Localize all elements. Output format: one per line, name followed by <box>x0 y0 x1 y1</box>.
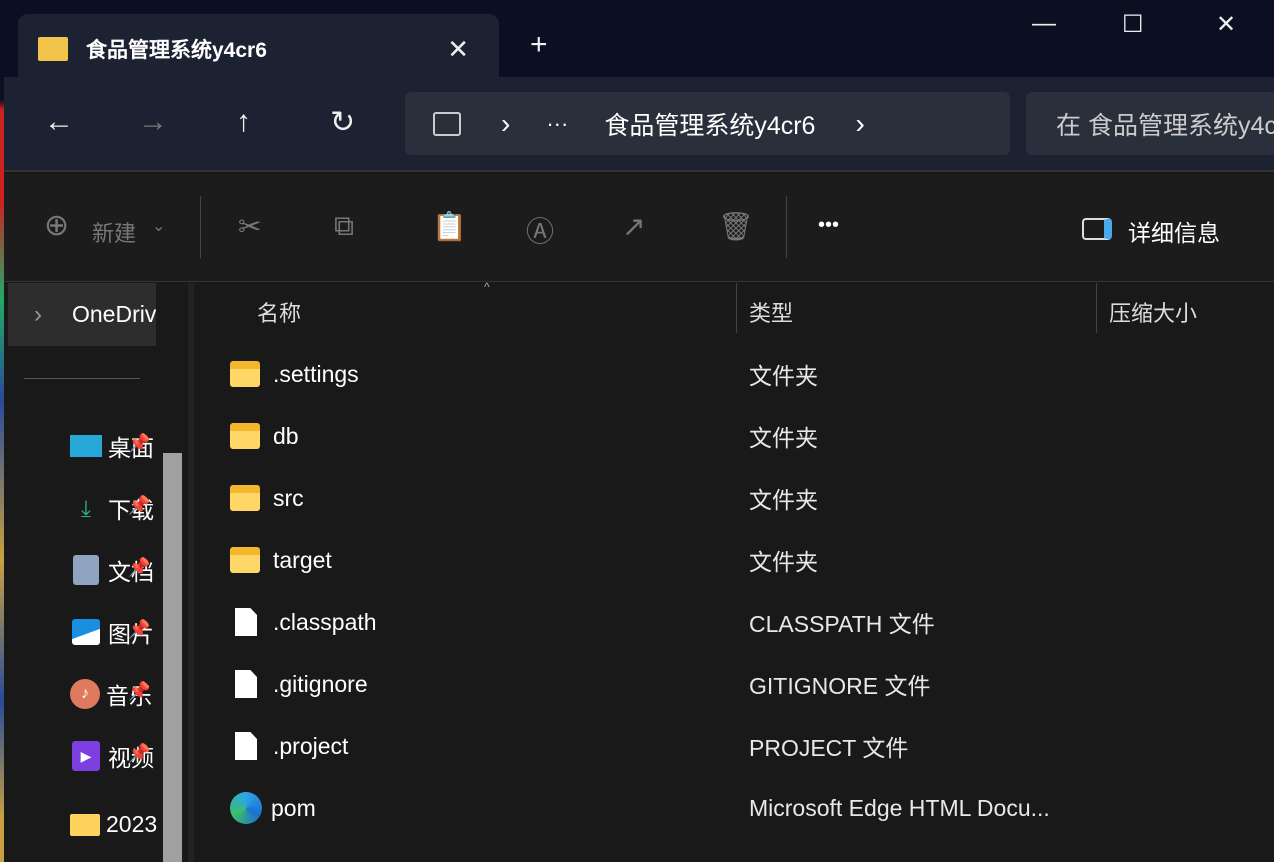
navigation-bar: ← → ↑ ↻ › ··· 食品管理系统y4cr6 › 在 食品管理系统y4cr… <box>4 77 1274 172</box>
close-window-button[interactable]: ✕ <box>1216 10 1236 39</box>
expand-chevron-icon[interactable]: › <box>34 301 42 329</box>
breadcrumb-current[interactable]: 食品管理系统y4cr6 <box>604 106 815 142</box>
sidebar-item-label: OneDrive <box>72 301 156 327</box>
sidebar-item-onedrive[interactable]: › OneDrive <box>8 283 156 346</box>
column-header-name[interactable]: 名称 <box>257 296 301 328</box>
file-row[interactable]: target 文件夹 <box>230 530 1270 590</box>
file-name: db <box>273 422 299 449</box>
file-icon <box>235 608 257 636</box>
file-name: .project <box>273 732 349 759</box>
file-name: pom <box>271 794 316 821</box>
download-icon: ⤓ <box>80 494 92 521</box>
folder-icon <box>70 813 100 836</box>
sort-ascending-icon: ^ <box>484 280 490 294</box>
chevron-down-icon[interactable]: ⌄ <box>152 216 165 236</box>
documents-icon <box>73 555 99 585</box>
file-icon <box>235 670 257 698</box>
videos-icon: ▶ <box>72 741 100 771</box>
computer-icon <box>433 111 461 136</box>
breadcrumb-overflow[interactable]: ··· <box>546 111 568 137</box>
music-icon: ♪ <box>70 679 100 709</box>
column-header-type[interactable]: 类型 <box>749 296 793 328</box>
file-name: .settings <box>273 360 359 387</box>
pin-icon: 📌 <box>128 495 151 515</box>
pin-icon: 📌 <box>128 743 151 763</box>
pane-splitter[interactable] <box>188 283 194 862</box>
pin-icon: 📌 <box>128 557 151 577</box>
file-row[interactable]: .settings 文件夹 <box>230 344 1270 404</box>
column-divider[interactable] <box>1096 283 1097 333</box>
folder-icon <box>230 361 260 387</box>
file-name: target <box>273 546 332 573</box>
tab-active[interactable]: 食品管理系统y4cr6 ✕ <box>18 14 499 84</box>
paste-icon[interactable]: 📋 <box>432 210 467 243</box>
edge-icon <box>230 792 262 824</box>
details-pane-icon[interactable] <box>1082 218 1112 240</box>
maximize-button[interactable]: ☐ <box>1122 10 1144 39</box>
file-row[interactable]: db 文件夹 <box>230 406 1270 466</box>
divider <box>200 196 201 258</box>
file-type: PROJECT 文件 <box>749 735 909 761</box>
details-button[interactable]: 详细信息 <box>1128 214 1220 248</box>
new-tab-button[interactable]: + <box>530 28 548 62</box>
file-type: 文件夹 <box>749 363 818 389</box>
forward-button[interactable]: → <box>138 105 168 139</box>
sidebar-item-label: 2023 <box>106 811 158 837</box>
minimize-button[interactable]: — <box>1032 10 1056 38</box>
pin-icon: 📌 <box>128 681 151 701</box>
column-header-compressed-size[interactable]: 压缩大小 <box>1109 296 1197 328</box>
sidebar-scrollbar[interactable] <box>163 453 182 862</box>
up-button[interactable]: ↑ <box>236 105 251 139</box>
file-row[interactable]: pom Microsoft Edge HTML Docu... <box>230 778 1270 838</box>
file-type: 文件夹 <box>749 425 818 451</box>
column-divider[interactable] <box>736 283 737 333</box>
file-type: Microsoft Edge HTML Docu... <box>749 794 1050 821</box>
file-row[interactable]: src 文件夹 <box>230 468 1270 528</box>
folder-icon <box>230 423 260 449</box>
share-icon[interactable]: ↗ <box>622 210 645 243</box>
file-icon <box>235 732 257 760</box>
zip-folder-icon <box>38 37 68 61</box>
pin-icon: 📌 <box>128 619 151 639</box>
refresh-button[interactable]: ↻ <box>330 105 355 140</box>
back-button[interactable]: ← <box>44 105 74 139</box>
file-row[interactable]: .project PROJECT 文件 <box>230 716 1270 776</box>
file-name: .gitignore <box>273 670 368 697</box>
new-plus-icon[interactable]: ⊕ <box>44 208 69 243</box>
sidebar-item-2023[interactable]: 2023 <box>70 811 158 838</box>
desktop-icon <box>70 435 102 457</box>
command-bar: ⊕ 新建 ⌄ ✂ ⧉ 📋 Ⓐ ↗ 🗑 ••• 详细信息 <box>4 174 1274 282</box>
file-type: 文件夹 <box>749 549 818 575</box>
file-type: GITIGNORE 文件 <box>749 673 931 699</box>
address-bar[interactable]: › ··· 食品管理系统y4cr6 › <box>405 92 1010 155</box>
pictures-icon <box>72 619 100 645</box>
file-name: .classpath <box>273 608 377 635</box>
file-row[interactable]: .gitignore GITIGNORE 文件 <box>230 654 1270 714</box>
tab-title: 食品管理系统y4cr6 <box>86 39 267 62</box>
delete-icon[interactable]: 🗑 <box>718 210 754 243</box>
folder-icon <box>230 547 260 573</box>
divider <box>24 378 140 379</box>
rename-icon[interactable]: Ⓐ <box>526 210 554 250</box>
breadcrumb-chevron[interactable]: › <box>855 108 864 140</box>
tab-close-icon[interactable]: ✕ <box>447 34 469 65</box>
copy-icon[interactable]: ⧉ <box>334 210 354 243</box>
more-options-button[interactable]: ••• <box>818 214 839 237</box>
file-type: CLASSPATH 文件 <box>749 611 935 637</box>
search-input[interactable]: 在 食品管理系统y4cr6 <box>1026 92 1274 155</box>
pin-icon: 📌 <box>128 433 151 453</box>
new-button[interactable]: 新建 <box>92 216 136 248</box>
folder-icon <box>230 485 260 511</box>
divider <box>786 196 787 258</box>
file-name: src <box>273 484 304 511</box>
breadcrumb-separator[interactable]: › <box>501 108 510 140</box>
navigation-pane: › OneDrive 桌面 📌 ⤓下载 📌 文档 📌 图片 📌 ♪音乐 📌 ▶视… <box>4 283 184 862</box>
file-type: 文件夹 <box>749 487 818 513</box>
file-row[interactable]: .classpath CLASSPATH 文件 <box>230 592 1270 652</box>
cut-icon[interactable]: ✂ <box>238 210 261 243</box>
